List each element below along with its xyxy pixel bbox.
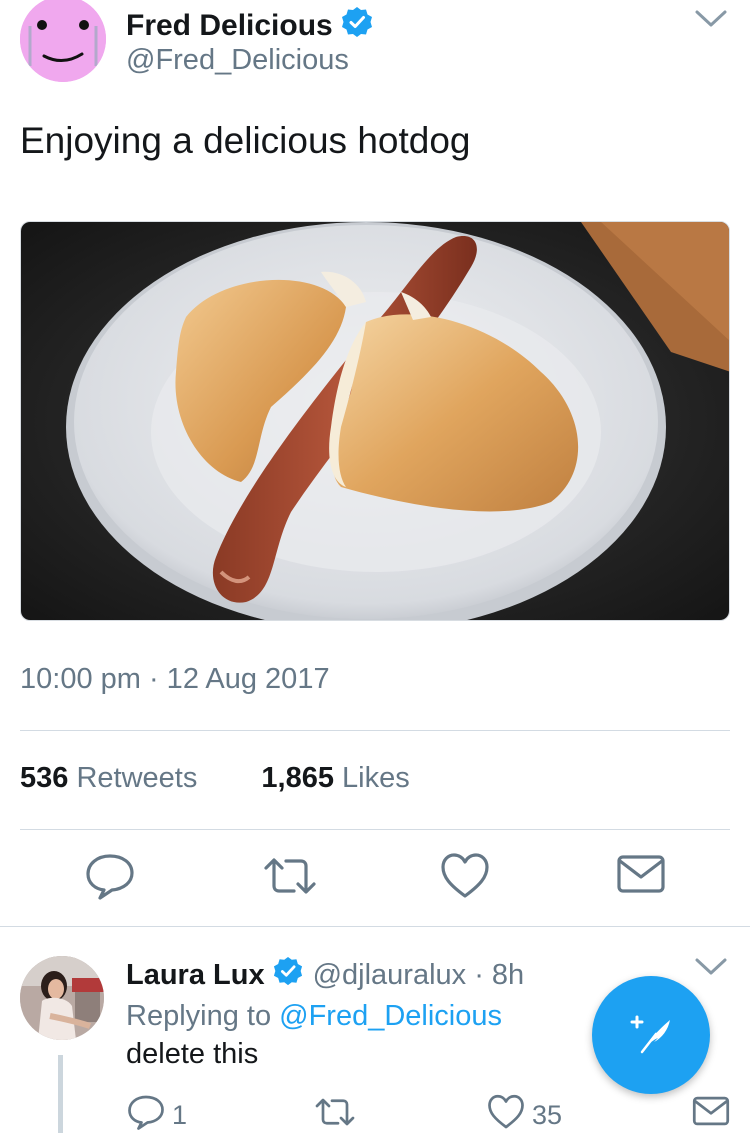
reply-author-name[interactable]: Laura Lux xyxy=(126,959,265,992)
author-name-text[interactable]: Fred Delicious xyxy=(126,9,333,43)
avatar[interactable] xyxy=(20,956,104,1040)
like-count: 35 xyxy=(532,1100,563,1130)
retweet-icon xyxy=(314,1094,356,1137)
replying-to-prefix: Replying to xyxy=(126,1000,272,1032)
reply-like-button[interactable]: 35 xyxy=(486,1094,562,1137)
hotdog-photo-image xyxy=(21,222,729,620)
smiley-face-icon xyxy=(20,0,106,82)
heart-icon xyxy=(486,1094,526,1137)
likes-count: 1,865 xyxy=(261,762,334,794)
divider xyxy=(20,829,730,830)
replying-to: Replying to @Fred_Delicious xyxy=(126,1000,502,1033)
reply-author[interactable]: Laura Lux @djlauralux · 8h xyxy=(126,956,524,994)
retweets-stat[interactable]: 536 Retweets xyxy=(20,762,197,795)
verified-badge-icon xyxy=(273,956,303,994)
compose-tweet-button[interactable] xyxy=(592,976,710,1094)
replying-to-mention[interactable]: @Fred_Delicious xyxy=(279,1000,502,1032)
tweet-text: Enjoying a delicious hotdog xyxy=(20,120,471,161)
retweets-label: Retweets xyxy=(76,762,198,794)
envelope-icon xyxy=(692,1094,730,1135)
likes-label: Likes xyxy=(342,762,410,794)
reply-reply-button[interactable]: 1 xyxy=(126,1094,187,1137)
heart-icon[interactable] xyxy=(440,852,490,905)
author-handle[interactable]: @Fred_Delicious xyxy=(126,44,349,77)
retweet-icon[interactable] xyxy=(262,852,318,905)
author-name[interactable]: Fred Delicious xyxy=(126,6,373,46)
reply-retweet-button[interactable] xyxy=(314,1094,356,1137)
retweets-count: 536 xyxy=(20,762,69,794)
tweet-stats: 536 Retweets 1,865 Likes xyxy=(20,762,410,795)
envelope-icon[interactable] xyxy=(616,852,666,901)
avatar[interactable] xyxy=(20,0,106,82)
reply-share-button[interactable] xyxy=(692,1094,730,1135)
reply-text: delete this xyxy=(126,1038,259,1070)
reply-avatar-image xyxy=(20,956,104,1040)
divider xyxy=(20,730,730,731)
reply-count: 1 xyxy=(172,1100,188,1130)
reply-icon xyxy=(126,1094,166,1137)
verified-badge-icon xyxy=(341,6,373,46)
reply-author-handle[interactable]: @djlauralux · 8h xyxy=(313,959,525,992)
reply-icon[interactable] xyxy=(84,852,136,905)
tweet-timestamp[interactable]: 10:00 pm · 12 Aug 2017 xyxy=(20,663,330,696)
likes-stat[interactable]: 1,865 Likes xyxy=(261,762,409,795)
chevron-down-icon[interactable] xyxy=(694,8,728,35)
thread-line xyxy=(58,1055,63,1133)
chevron-down-icon[interactable] xyxy=(694,956,728,983)
tweet-photo[interactable] xyxy=(20,221,730,621)
compose-feather-icon xyxy=(626,1008,676,1063)
divider xyxy=(0,926,750,927)
